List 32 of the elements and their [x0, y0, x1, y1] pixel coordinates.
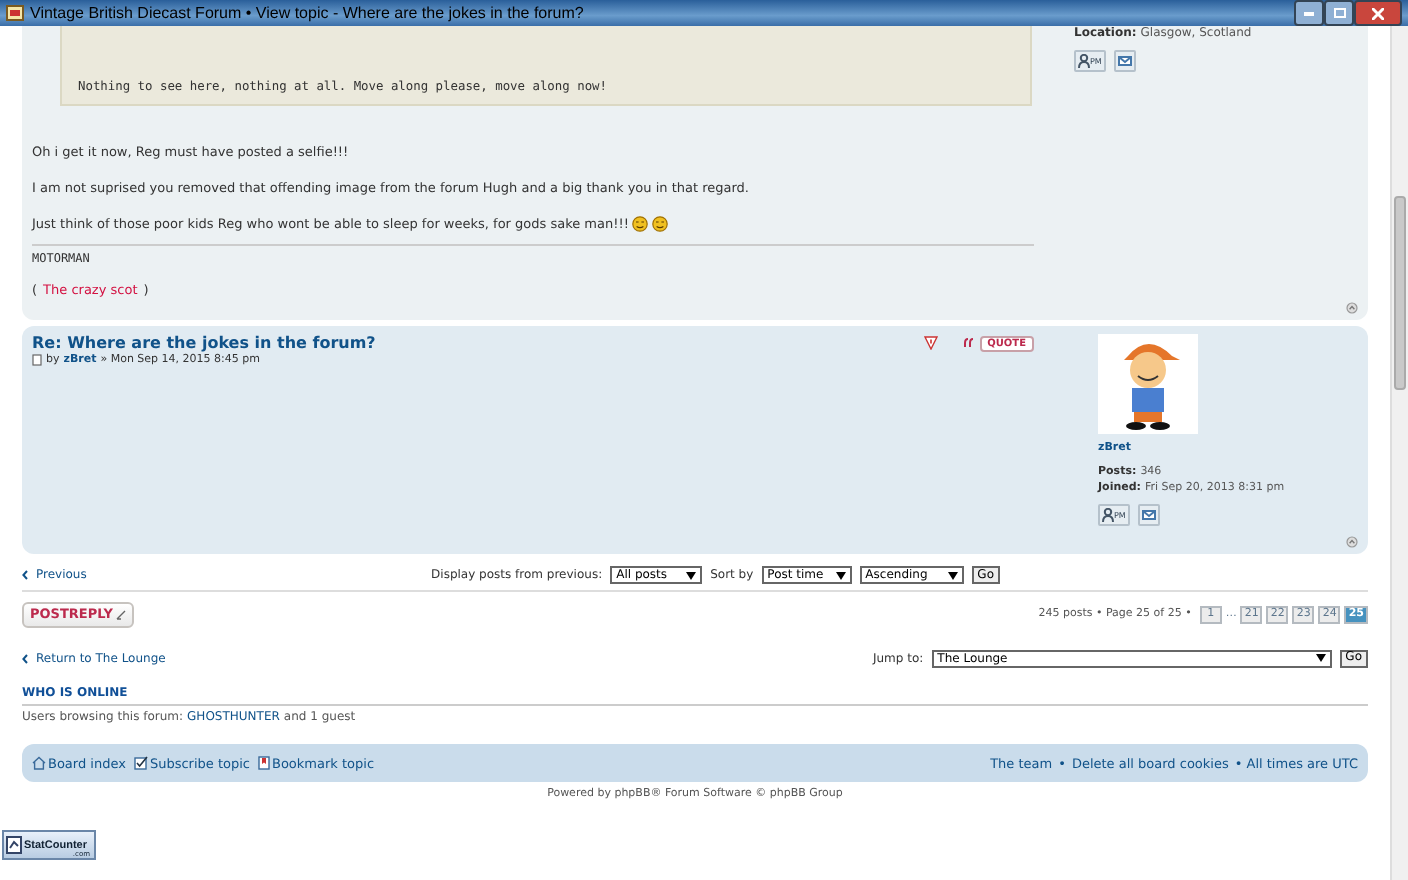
- restore-icon: [1333, 8, 1345, 18]
- dropdown-caret-icon: [686, 571, 697, 579]
- home-icon: [32, 756, 46, 770]
- post-title[interactable]: Re: Where are the jokes in the forum?: [32, 334, 376, 352]
- envelope-icon: [1117, 56, 1132, 66]
- close-button[interactable]: [1354, 0, 1402, 26]
- person-icon: [1102, 508, 1114, 522]
- person-icon: [1078, 54, 1090, 68]
- post-icon: [32, 354, 42, 366]
- smiley-icon: [652, 216, 669, 232]
- minimize-icon: [1304, 11, 1314, 15]
- smiley-icon: [632, 216, 649, 232]
- minimize-button[interactable]: [1294, 0, 1324, 26]
- top-icon[interactable]: [1346, 302, 1358, 314]
- app-icon: [6, 4, 24, 22]
- dropdown-caret-icon: [947, 571, 958, 579]
- top-icon[interactable]: [1346, 536, 1358, 548]
- pencil-icon: [116, 609, 127, 619]
- close-icon: [1372, 7, 1384, 19]
- window-title: Vintage British Diecast Forum • View topic - Where are the jokes in the forum?: [30, 4, 584, 22]
- quote-mark-icon: [963, 338, 974, 348]
- scrollbar[interactable]: [1390, 26, 1408, 880]
- cartoon-avatar: [1098, 334, 1198, 434]
- checkbox-icon: [133, 756, 148, 770]
- dropdown-caret-icon: [1315, 654, 1326, 662]
- restore-button[interactable]: [1324, 0, 1354, 26]
- report-icon[interactable]: [923, 336, 938, 350]
- dropdown-caret-icon: [835, 571, 846, 579]
- bookmark-icon: [258, 756, 270, 770]
- envelope-icon: [1141, 510, 1156, 520]
- email-button[interactable]: [1113, 50, 1136, 72]
- email-button[interactable]: [1137, 504, 1160, 526]
